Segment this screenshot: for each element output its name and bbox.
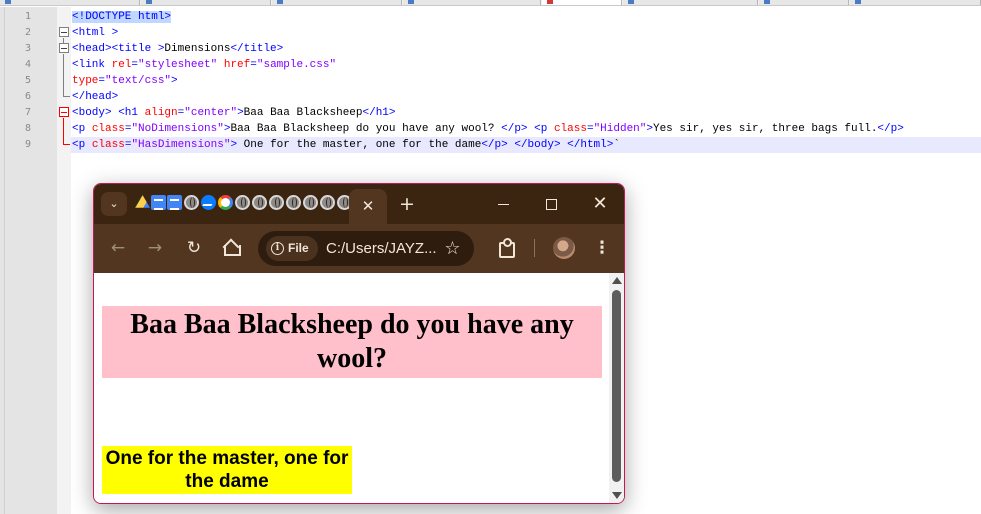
scrollbar-thumb[interactable] (612, 290, 621, 482)
fold-line (63, 54, 64, 96)
site-info-chip[interactable]: i File (266, 236, 318, 261)
fold-toggle-icon[interactable] (59, 107, 69, 117)
address-bar[interactable]: i File C:/Users/JAYZ... ☆ (258, 231, 474, 266)
fold-end-marker (63, 96, 70, 97)
info-icon: i (271, 242, 284, 255)
home-icon[interactable] (219, 236, 243, 260)
code-text[interactable]: <p class="NoDimensions">Baa Baa Blackshe… (72, 121, 904, 137)
line-number: 5 (24, 75, 31, 86)
code-line[interactable]: 2 <html > (0, 25, 981, 41)
globe-icon[interactable] (320, 195, 335, 210)
code-text[interactable]: <!DOCTYPE html> (72, 9, 172, 25)
forward-button[interactable]: → (143, 236, 167, 260)
fold-end-marker (63, 144, 70, 145)
code-line[interactable]: 4 <link rel="stylesheet" href="sample.css… (0, 57, 981, 73)
editor-tab[interactable] (850, 0, 981, 5)
page-paragraph: One for the master, one for the dame (102, 446, 352, 494)
bookmark-star-icon[interactable]: ☆ (440, 236, 465, 261)
vertical-scrollbar[interactable] (609, 273, 624, 503)
fold-line (63, 118, 64, 144)
code-text[interactable]: <p class="HasDimensions"> One for the ma… (72, 137, 620, 153)
fold-toggle-icon[interactable] (59, 27, 69, 37)
line-number: 2 (24, 27, 31, 38)
line-number: 9 (24, 139, 31, 150)
file-icon (277, 0, 283, 4)
new-tab-button[interactable]: + (397, 193, 417, 215)
messenger-icon[interactable] (201, 195, 216, 210)
back-button[interactable]: ← (106, 236, 130, 260)
scroll-up-arrow-icon[interactable] (612, 277, 622, 284)
code-line[interactable]: 3 <head><title >Dimensions</title> (0, 41, 981, 57)
editor-tab[interactable] (623, 0, 758, 5)
drive-icon[interactable] (135, 195, 150, 208)
line-number: 1 (24, 11, 31, 22)
active-tab[interactable]: ✕ (349, 189, 387, 224)
page-viewport: Baa Baa Blacksheep do you have any wool?… (94, 273, 624, 503)
code-line[interactable]: 6 </head> (0, 89, 981, 105)
globe-icon[interactable] (235, 195, 250, 210)
editor-tab-strip (0, 0, 981, 6)
code-line[interactable]: 1 <!DOCTYPE html> (0, 9, 981, 25)
editor-tab[interactable] (272, 0, 402, 5)
editor-tab[interactable] (0, 0, 140, 5)
code-text[interactable]: <body> <h1 align="center">Baa Baa Blacks… (72, 105, 396, 121)
profile-avatar[interactable] (553, 237, 575, 259)
file-icon (547, 0, 553, 4)
file-icon (628, 0, 634, 4)
maximize-button[interactable] (538, 191, 564, 217)
close-window-button[interactable]: ✕ (587, 191, 613, 217)
file-icon (5, 0, 11, 4)
code-text[interactable]: <link rel="stylesheet" href="sample.css" (72, 57, 336, 73)
code-line[interactable]: 8 <p class="NoDimensions">Baa Baa Blacksh… (0, 121, 981, 137)
globe-icon[interactable] (269, 195, 284, 210)
site-info-label: File (288, 241, 309, 255)
url-text[interactable]: C:/Users/JAYZ... (326, 231, 437, 266)
code-text[interactable]: <html > (72, 25, 118, 41)
toolbar-divider (534, 239, 535, 257)
file-icon (146, 0, 152, 4)
globe-icon[interactable] (286, 195, 301, 210)
close-tab-icon[interactable]: ✕ (358, 196, 378, 216)
editor-tab[interactable] (759, 0, 849, 5)
file-icon (764, 0, 770, 4)
code-text[interactable]: </head> (72, 89, 118, 105)
tab-search-button[interactable]: ⌄ (101, 192, 127, 216)
fold-toggle-icon[interactable] (59, 43, 69, 53)
globe-icon[interactable] (252, 195, 267, 210)
line-number: 3 (24, 43, 31, 54)
file-icon (855, 0, 861, 4)
extensions-icon[interactable] (494, 236, 518, 260)
browser-window: ⌄ ✕ + ✕ ← → ↻ i File C:/Users/JAYZ... ☆ … (93, 183, 625, 504)
browser-toolbar: ← → ↻ i File C:/Users/JAYZ... ☆ ⋮ (94, 224, 624, 273)
globe-icon[interactable] (303, 195, 318, 210)
code-text[interactable]: <head><title >Dimensions</title> (72, 41, 283, 57)
reload-button[interactable]: ↻ (182, 236, 206, 260)
code-line[interactable]: 5 type="text/css"> (0, 73, 981, 89)
minimize-button[interactable] (491, 191, 517, 217)
line-number: 8 (24, 123, 31, 134)
google-icon[interactable] (218, 195, 233, 210)
browser-title-bar: ⌄ ✕ + ✕ (94, 184, 624, 224)
docs-icon[interactable] (151, 195, 166, 210)
code-line[interactable]: 7 <body> <h1 align="center">Baa Baa Black… (0, 105, 981, 121)
editor-tab[interactable] (141, 0, 271, 5)
scroll-down-arrow-icon[interactable] (612, 492, 622, 499)
globe-icon[interactable] (184, 195, 199, 210)
docs-icon[interactable] (167, 195, 182, 210)
code-line[interactable]: 9 <p class="HasDimensions"> One for the m… (0, 137, 981, 153)
line-number: 7 (24, 107, 31, 118)
page-heading: Baa Baa Blacksheep do you have any wool? (102, 306, 602, 378)
code-text[interactable]: type="text/css"> (72, 73, 178, 89)
file-icon (408, 0, 414, 4)
line-number: 6 (24, 91, 31, 102)
editor-tab-active[interactable] (542, 0, 622, 5)
line-number: 4 (24, 59, 31, 70)
editor-tab[interactable] (403, 0, 541, 5)
browser-menu-icon[interactable]: ⋮ (590, 236, 614, 260)
